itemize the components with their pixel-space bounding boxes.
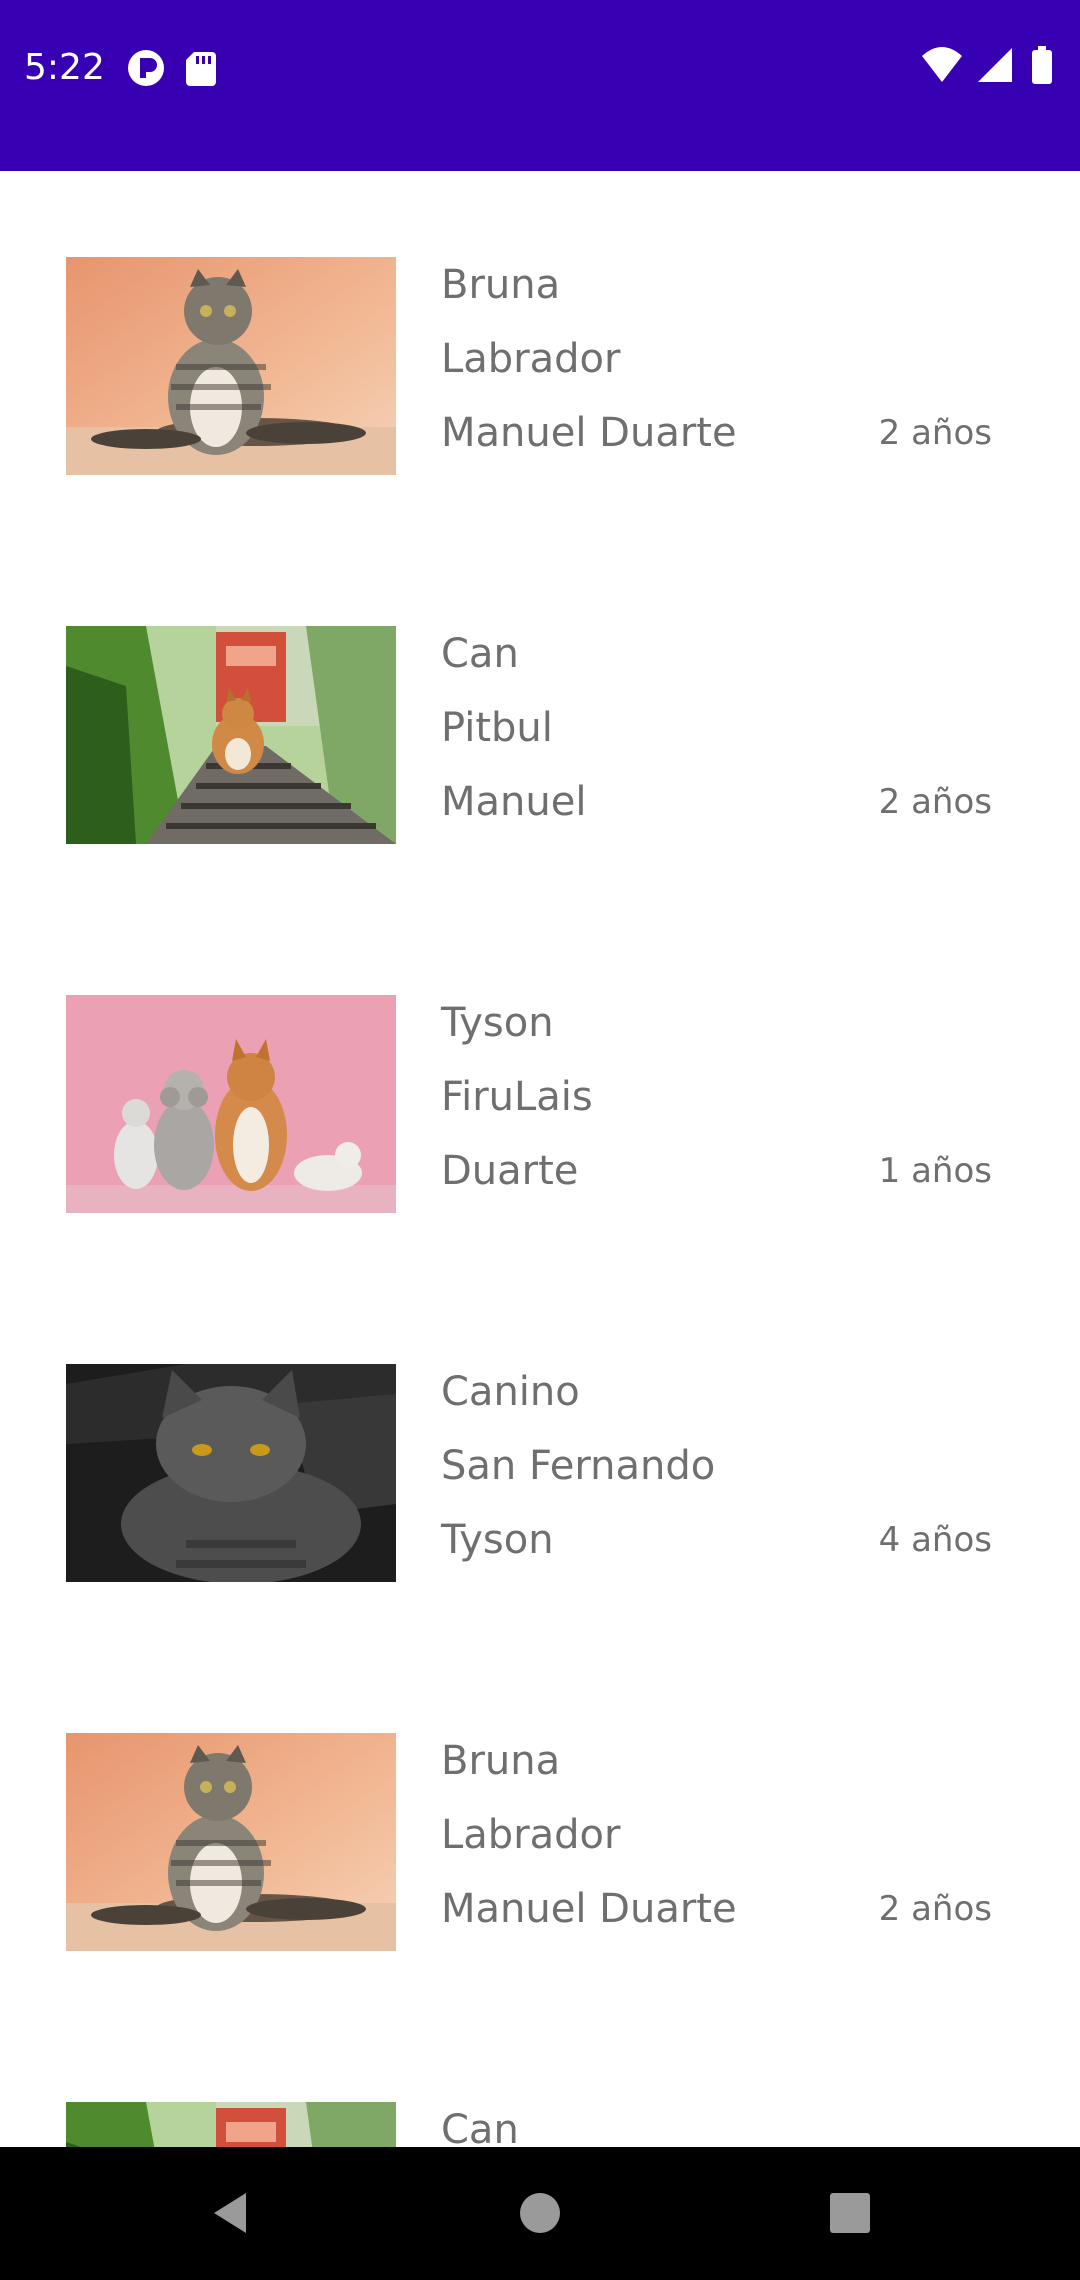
- pet-owner: Tyson: [441, 1517, 554, 1563]
- home-button[interactable]: [504, 2177, 576, 2253]
- pet-name: Can: [441, 631, 519, 677]
- pet-age: 2 años: [878, 782, 992, 822]
- pet-photo: [66, 2102, 396, 2147]
- pet-age: 2 años: [878, 413, 992, 453]
- signal-icon: [978, 48, 1012, 82]
- pet-name: Canino: [441, 1369, 580, 1415]
- pet-name: Bruna: [441, 262, 561, 308]
- pet-photo: [66, 995, 396, 1213]
- pet-breed: FiruLais: [441, 1074, 593, 1120]
- pet-name: Bruna: [441, 1738, 561, 1784]
- home-icon: [520, 2193, 560, 2233]
- pet-photo: [66, 1364, 396, 1582]
- back-button[interactable]: [196, 2177, 268, 2253]
- pet-item[interactable]: Bruna Labrador Manuel Duarte 2 años: [0, 171, 1080, 540]
- status-bar: 5:22: [0, 0, 1080, 171]
- pocket-icon: [128, 50, 164, 86]
- pet-item[interactable]: Bruna Labrador Manuel Duarte 2 años: [0, 1647, 1080, 2016]
- recents-icon: [830, 2193, 870, 2233]
- navigation-bar: [0, 2147, 1080, 2280]
- pet-breed: Pitbul: [441, 705, 553, 751]
- back-icon: [214, 2193, 246, 2233]
- pet-owner: Manuel Duarte: [441, 410, 737, 456]
- pet-age: 2 años: [878, 1889, 992, 1929]
- pet-owner: Duarte: [441, 1148, 579, 1194]
- sd-card-icon: [186, 52, 216, 86]
- pet-list[interactable]: Bruna Labrador Manuel Duarte 2 años Can …: [0, 171, 1080, 2147]
- pet-photo: [66, 1733, 396, 1951]
- recents-button[interactable]: [814, 2177, 886, 2253]
- pet-name: Tyson: [441, 1000, 554, 1046]
- battery-icon: [1032, 46, 1052, 84]
- status-icons-right: [920, 44, 1060, 92]
- wifi-icon: [922, 47, 962, 82]
- pet-item[interactable]: Tyson FiruLais Duarte 1 años: [0, 909, 1080, 1278]
- status-time: 5:22: [24, 47, 105, 88]
- pet-item[interactable]: Canino San Fernando Tyson 4 años: [0, 1278, 1080, 1647]
- pet-age: 4 años: [878, 1520, 992, 1560]
- pet-name: Can: [441, 2107, 519, 2147]
- pet-owner: Manuel: [441, 779, 587, 825]
- pet-breed: San Fernando: [441, 1443, 716, 1489]
- pet-item[interactable]: Can: [0, 2016, 1080, 2147]
- pet-age: 1 años: [878, 1151, 992, 1191]
- status-icons-left: [128, 48, 224, 92]
- pet-breed: Labrador: [441, 336, 621, 382]
- pet-breed: Labrador: [441, 1812, 621, 1858]
- pet-item[interactable]: Can Pitbul Manuel 2 años: [0, 540, 1080, 909]
- pet-owner: Manuel Duarte: [441, 1886, 737, 1932]
- pet-photo: [66, 626, 396, 844]
- pet-photo: [66, 257, 396, 475]
